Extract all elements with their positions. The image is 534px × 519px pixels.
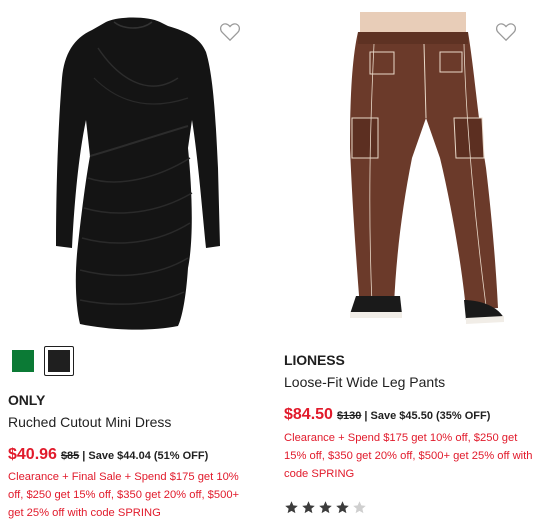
star-icon bbox=[285, 501, 298, 514]
swatch-color bbox=[12, 350, 34, 372]
swatch-green[interactable] bbox=[8, 346, 38, 376]
heart-outline-icon[interactable] bbox=[495, 22, 517, 42]
star-icon bbox=[336, 501, 349, 514]
original-price: $130 bbox=[336, 410, 362, 422]
price-row: $84.50 $130 | Save $45.50 (35% OFF) bbox=[284, 406, 490, 424]
product-brand[interactable]: LIONESS bbox=[284, 352, 345, 368]
product-brand[interactable]: ONLY bbox=[8, 392, 45, 408]
product-image[interactable] bbox=[316, 8, 506, 333]
product-name[interactable]: Loose-Fit Wide Leg Pants bbox=[284, 374, 445, 390]
heart-outline-icon[interactable] bbox=[219, 22, 241, 42]
save-text: | Save $44.04 (51% OFF) bbox=[82, 450, 209, 462]
promo-text: Clearance + Final Sale + Spend $175 get … bbox=[8, 471, 240, 519]
product-image[interactable] bbox=[28, 8, 238, 338]
sale-price: $84.50 bbox=[284, 406, 333, 423]
star-icon bbox=[353, 501, 366, 514]
price-row: $40.96 $85 | Save $44.04 (51% OFF) bbox=[8, 446, 208, 464]
star-icon bbox=[319, 501, 332, 514]
star-rating[interactable] bbox=[284, 500, 367, 515]
swatch-black[interactable] bbox=[44, 346, 74, 376]
color-swatches bbox=[8, 346, 74, 376]
promo-text: Clearance + Spend $175 get 10% off, $250… bbox=[284, 432, 533, 480]
product-name[interactable]: Ruched Cutout Mini Dress bbox=[8, 414, 171, 430]
save-text: | Save $45.50 (35% OFF) bbox=[364, 410, 491, 422]
original-price: $85 bbox=[60, 450, 80, 462]
swatch-color bbox=[48, 350, 70, 372]
sale-price: $40.96 bbox=[8, 446, 57, 463]
star-icon bbox=[302, 501, 315, 514]
